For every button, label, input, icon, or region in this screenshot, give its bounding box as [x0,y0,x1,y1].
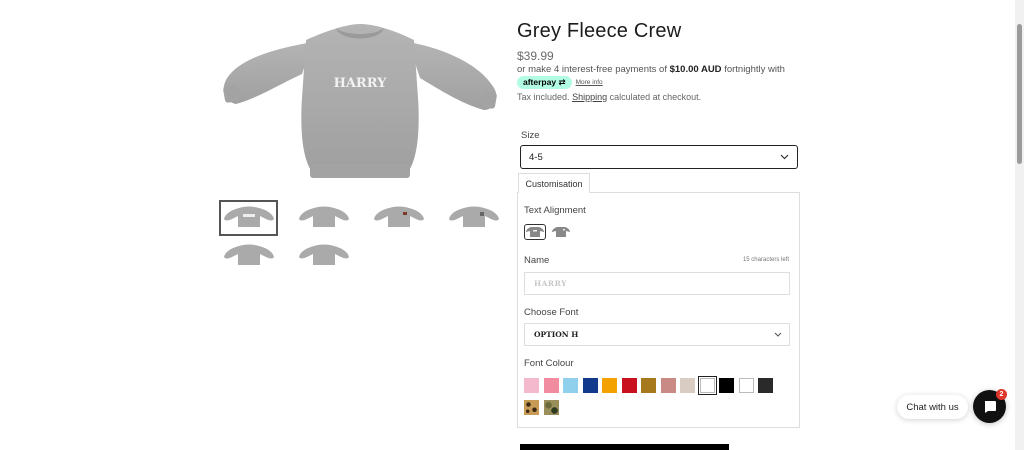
chevron-down-icon [779,152,789,162]
shipping-link[interactable]: Shipping [572,92,607,102]
tab-customisation[interactable]: Customisation [518,173,590,193]
afterpay-row: afterpay ⇄ More info [517,76,603,89]
afterpay-prefix: or make 4 interest-free payments of [517,64,667,75]
tax-note: Tax included. Shipping calculated at che… [517,92,701,102]
thumbnail-3[interactable] [369,200,428,236]
colour-swatch-8[interactable] [660,378,676,393]
colour-swatch-10[interactable] [697,376,717,395]
afterpay-amount: $10.00 AUD [669,64,722,75]
size-label: Size [521,130,540,141]
font-colour-label: Font Colour [524,358,574,369]
page-scrollbar[interactable] [1015,0,1024,450]
chat-with-us-label[interactable]: Chat with us [897,395,968,419]
afterpay-arrows-icon: ⇄ [558,77,566,87]
afterpay-logo-text: afterpay [523,77,557,87]
name-label: Name [524,255,550,266]
colour-swatch-15[interactable] [543,400,559,415]
sweater-left-chest-icon [552,227,570,237]
sweater-print-text: HARRY [334,76,388,91]
product-price: $39.99 [517,49,554,63]
colour-swatch-2[interactable] [543,378,559,393]
colour-swatch-7[interactable] [641,378,656,393]
product-title: Grey Fleece Crew [517,20,682,42]
colour-swatch-9[interactable] [680,378,695,393]
text-alignment-label: Text Alignment [524,205,586,216]
thumbnail-6[interactable] [294,238,353,274]
scrollbar-thumb[interactable] [1017,24,1022,164]
chat-notification-badge: 2 [996,389,1007,400]
characters-left-counter: 15 characters left [742,257,789,263]
add-to-cart-button[interactable] [520,444,729,450]
alignment-center-option[interactable] [524,224,546,240]
size-select[interactable]: 4-5 [520,145,798,169]
colour-swatch-5[interactable] [602,378,617,393]
font-select-value: OPTION H [534,330,579,339]
colour-swatch-11[interactable] [719,378,734,393]
colour-swatch-14[interactable] [524,400,539,415]
chat-bubble-icon [984,400,996,413]
name-input-placeholder: HARRY [534,279,567,288]
customisation-panel: Text Alignment Name 15 characters left H… [517,192,800,428]
afterpay-more-info-link[interactable]: More info [576,79,603,86]
afterpay-logo: afterpay ⇄ [517,76,572,89]
colour-swatch-4[interactable] [582,378,598,393]
colour-swatch-3[interactable] [563,378,578,393]
afterpay-suffix: fortnightly with [724,64,785,75]
colour-swatch-12[interactable] [738,378,754,393]
name-input[interactable]: HARRY [524,272,790,295]
tax-prefix: Tax included. [517,92,570,102]
size-select-value: 4-5 [529,151,543,163]
colour-swatch-13[interactable] [758,378,773,393]
font-select[interactable]: OPTION H [524,323,790,346]
chevron-down-icon [773,330,783,340]
thumbnail-1[interactable] [219,200,278,236]
sweater-center-icon [526,227,544,237]
product-main-image[interactable]: HARRY [218,18,502,188]
colour-swatch-6[interactable] [621,378,637,393]
alignment-left-chest-option[interactable] [550,224,572,240]
choose-font-label: Choose Font [524,307,579,318]
afterpay-message: or make 4 interest-free payments of $10.… [517,64,785,75]
thumbnail-5[interactable] [219,238,278,274]
tax-suffix: calculated at checkout. [609,92,702,102]
thumbnail-2[interactable] [294,200,353,236]
thumbnail-4[interactable] [444,200,503,236]
colour-swatch-1[interactable] [524,378,539,393]
